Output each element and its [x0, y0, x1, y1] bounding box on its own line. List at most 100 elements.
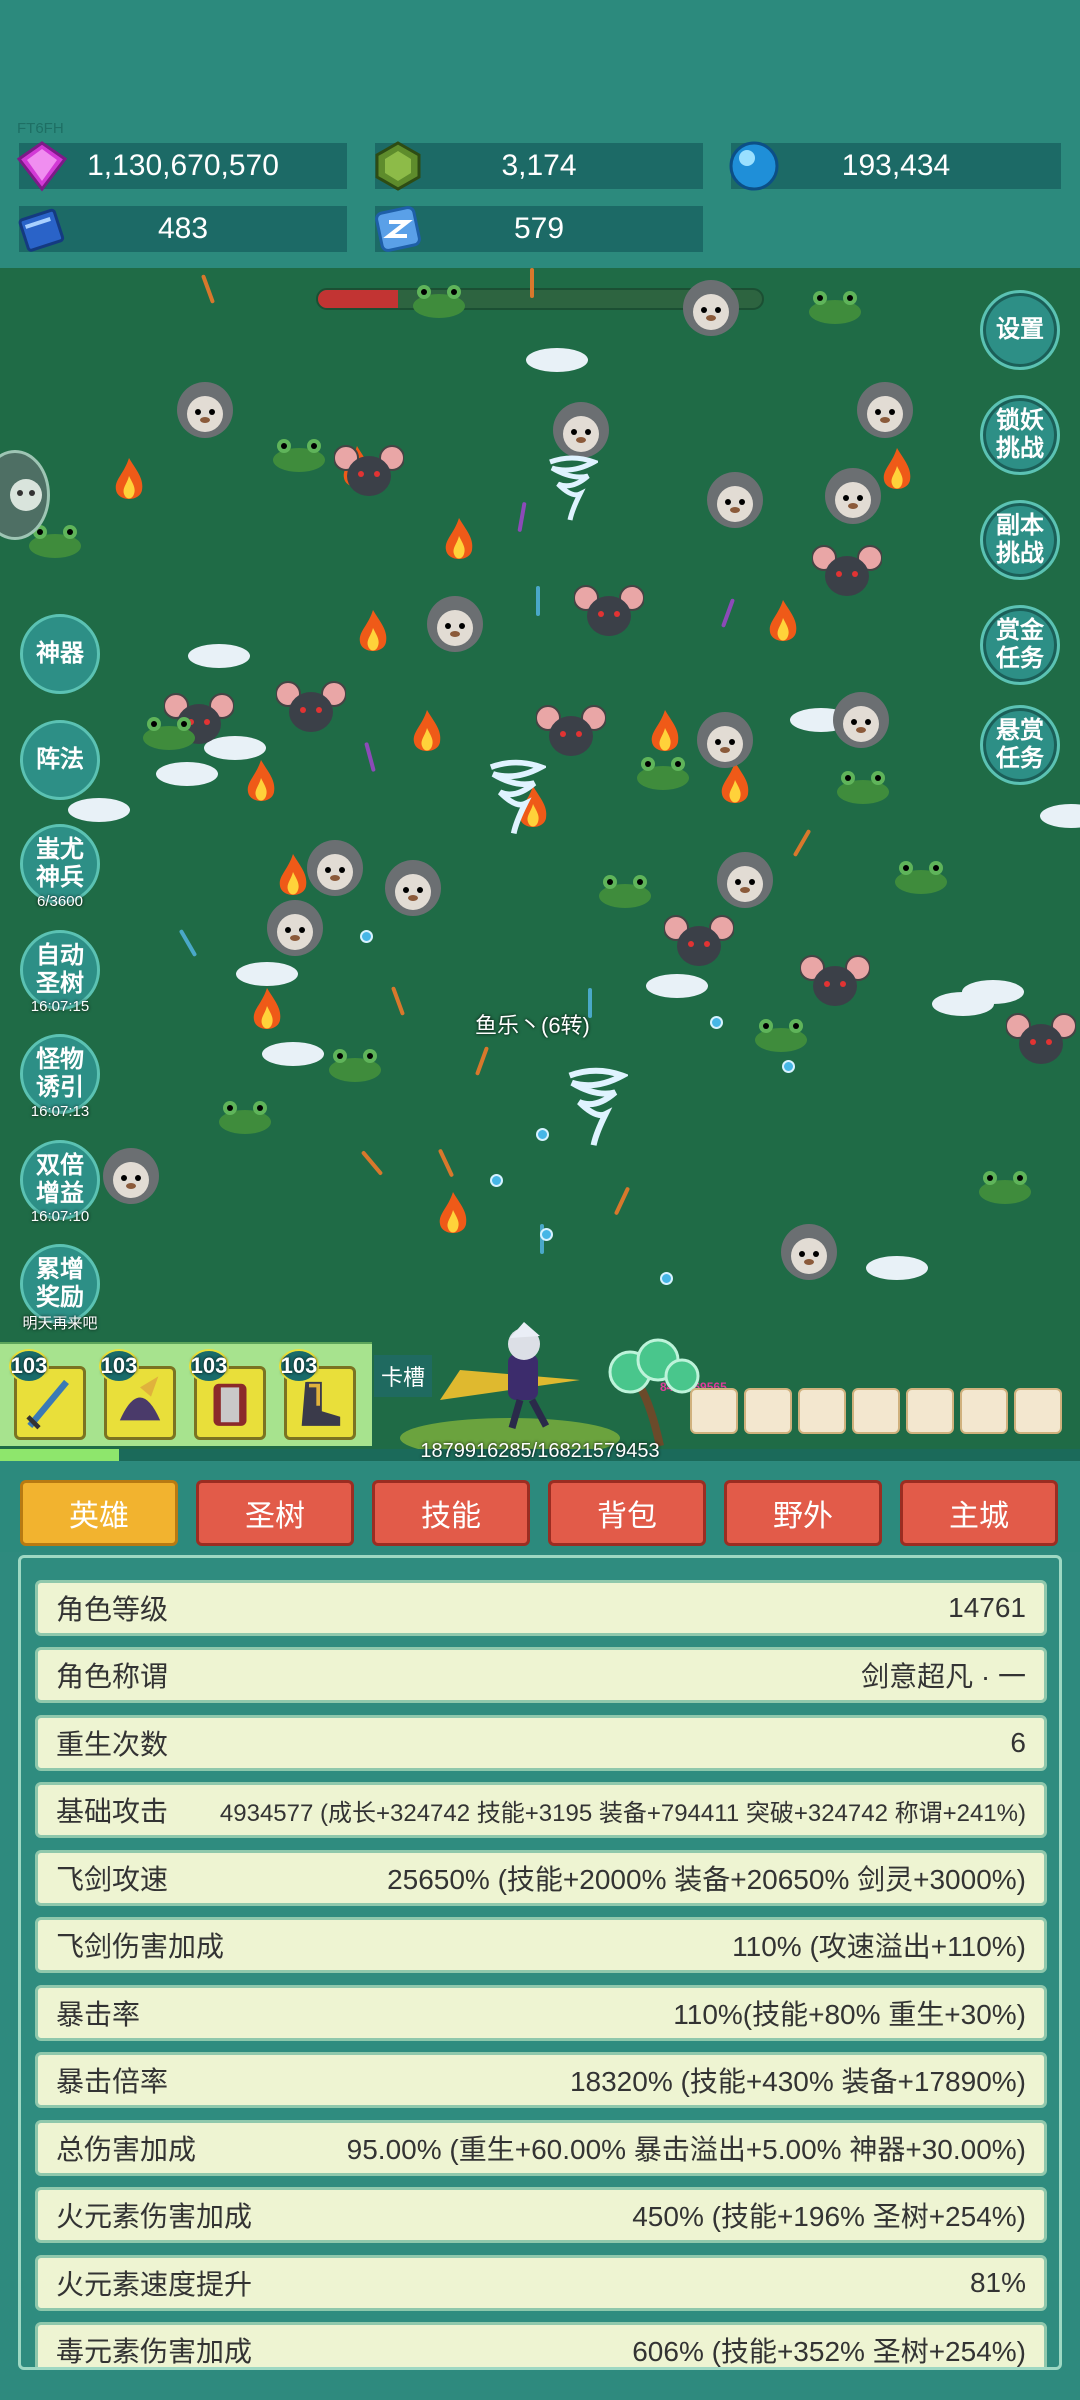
artifact-button[interactable]: 神器	[20, 614, 100, 694]
cloud	[68, 798, 130, 822]
flying-sword	[178, 929, 198, 957]
hedgehog-monster	[781, 1224, 837, 1280]
dungeon-challenge-button[interactable]: 副本 挑战	[980, 500, 1060, 580]
auto-tree-label: 自动 圣树	[36, 942, 84, 997]
blue-orb-value: 193,434	[841, 149, 951, 182]
stat-value: 110% (攻速溢出+110%)	[732, 1931, 1026, 1962]
tornado-icon	[549, 455, 598, 521]
hedgehog-monster	[833, 692, 889, 748]
energy-orb	[540, 1228, 553, 1241]
card-slot-tab[interactable]: 卡槽	[374, 1355, 432, 1397]
settings-label: 设置	[996, 316, 1044, 343]
tab-backpack[interactable]: 背包	[548, 1480, 706, 1546]
stat-row: 毒元素伤害加成 606% (技能+352% 圣树+254%)	[35, 2322, 1047, 2367]
flying-sword	[613, 1186, 631, 1216]
double-buff-timer: 16:07:10	[30, 1208, 90, 1225]
fire-icon	[247, 760, 275, 801]
formation-button[interactable]: 阵法	[20, 720, 100, 800]
hedgehog-monster	[717, 852, 773, 908]
stat-row: 火元素伤害加成 450% (技能+196% 圣树+254%)	[35, 2187, 1047, 2243]
bounty-label: 赏金 任务	[996, 617, 1044, 672]
tornado-icon	[489, 759, 546, 835]
stat-label: 飞剑攻速	[56, 1864, 169, 1895]
equipment-slot-boots[interactable]: 103	[279, 1349, 356, 1440]
stat-row: 飞剑攻速 25650% (技能+2000% 装备+20650% 剑灵+3000%)	[35, 1850, 1047, 1906]
cloud	[646, 974, 708, 998]
double-buff-label: 双倍 增益	[36, 1152, 84, 1207]
cloud	[1040, 804, 1080, 828]
lock-demon-challenge-button[interactable]: 锁妖 挑战	[980, 395, 1060, 475]
tab-skills[interactable]: 技能	[372, 1480, 530, 1546]
flying-sword	[536, 586, 540, 616]
energy-orb	[360, 930, 373, 943]
flying-sword	[437, 1148, 455, 1178]
diamond-value: 1,130,670,570	[87, 149, 279, 182]
rune-counter: 579	[375, 206, 703, 252]
stat-value: 95.00% (重生+60.00% 暴击溢出+5.00% 神器+30.00%)	[346, 2134, 1026, 2165]
frog-monster	[979, 1171, 1031, 1204]
stat-row: 火元素速度提升 81%	[35, 2255, 1047, 2311]
chiyou-weapon-button[interactable]: 蚩尤 神兵	[20, 824, 100, 904]
mouse-monster	[276, 681, 346, 732]
auto-tree-timer: 16:07:15	[30, 998, 90, 1015]
hedgehog-monster	[307, 840, 363, 896]
equipment-slot-sword[interactable]: 103	[9, 1349, 86, 1440]
equipment-slot-helmet[interactable]: 103	[99, 1349, 176, 1440]
buff-icon	[744, 1388, 792, 1434]
buff-icon	[906, 1388, 954, 1434]
mouse-monster	[800, 955, 870, 1006]
mouse-monster	[812, 545, 882, 596]
green-gem-icon	[375, 141, 421, 191]
frog-monster	[755, 1019, 807, 1052]
hero-stats-panel[interactable]: 角色等级 14761 角色称谓 剑意超凡 · 一 重生次数 6 基础攻击 4934577…	[18, 1555, 1062, 2370]
stat-label: 角色称谓	[56, 1661, 169, 1692]
mouse-monster	[1006, 1013, 1076, 1064]
stat-label: 基础攻击	[56, 1796, 169, 1827]
tab-hero[interactable]: 英雄	[20, 1480, 178, 1546]
stat-value: 18320% (技能+430% 装备+17890%)	[569, 2066, 1026, 2097]
hedgehog-monster	[427, 596, 483, 652]
stat-label: 飞剑伤害加成	[56, 1931, 225, 1962]
settings-button[interactable]: 设置	[980, 290, 1060, 370]
experience-text: 1879916285/16821579453	[420, 1440, 660, 1462]
tornado-icon	[568, 1067, 628, 1146]
frog-monster	[273, 439, 325, 472]
stat-value: 110%(技能+80% 重生+30%)	[673, 1999, 1026, 2030]
stat-value: 4934577 (成长+324742 技能+3195 装备+794411 突破+…	[219, 1799, 1026, 1827]
equipment-bar: 103 103 103 103	[0, 1342, 372, 1446]
cloud	[156, 762, 218, 786]
stat-row: 重生次数 6	[35, 1715, 1047, 1771]
fire-icon	[359, 610, 387, 651]
stat-label: 暴击倍率	[56, 2066, 169, 2097]
cumulative-reward-label: 累增 奖励	[36, 1256, 84, 1311]
reward-quest-button[interactable]: 悬赏 任务	[980, 705, 1060, 785]
monster-lure-button[interactable]: 怪物 诱引	[20, 1034, 100, 1114]
hedgehog-monster	[707, 472, 763, 528]
energy-orb	[660, 1272, 673, 1285]
bounty-quest-button[interactable]: 赏金 任务	[980, 605, 1060, 685]
dungeon-label: 副本 挑战	[996, 512, 1044, 567]
flying-sword	[720, 598, 736, 628]
stat-row: 飞剑伤害加成 110% (攻速溢出+110%)	[35, 1917, 1047, 1973]
equipment-slot-armor[interactable]: 103	[189, 1349, 266, 1440]
flying-sword	[530, 268, 534, 298]
tab-main-city[interactable]: 主城	[900, 1480, 1058, 1546]
book-value: 483	[157, 212, 209, 245]
tab-sacred-tree[interactable]: 圣树	[196, 1480, 354, 1546]
frog-monster	[329, 1049, 381, 1082]
artifact-label: 神器	[36, 640, 84, 667]
frog-monster	[895, 861, 947, 894]
hedgehog-monster	[857, 382, 913, 438]
diamond-icon	[16, 141, 68, 192]
hedgehog-monster	[825, 468, 881, 524]
fire-icon	[651, 710, 679, 751]
hedgehog-monster	[683, 280, 739, 336]
battle-field[interactable]: 8446669565	[0, 268, 1080, 1460]
player-name: 鱼乐丶(6转)	[475, 1013, 590, 1038]
resource-header: FT6FH 1,130,670,570 3,174 193,434 483 57…	[0, 0, 1080, 268]
fire-icon	[769, 600, 797, 641]
flying-sword	[474, 1046, 490, 1076]
tab-wilderness[interactable]: 野外	[724, 1480, 882, 1546]
stat-label: 总伤害加成	[56, 2134, 197, 2165]
chiyou-timer: 6/3600	[37, 893, 83, 910]
